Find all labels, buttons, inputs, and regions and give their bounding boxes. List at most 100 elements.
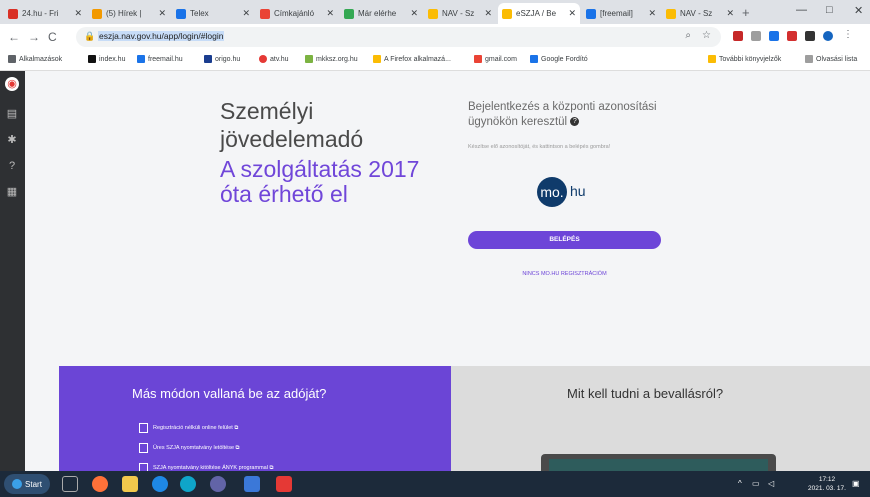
viber-icon[interactable] <box>210 476 226 492</box>
extension-icon[interactable] <box>769 31 779 41</box>
bookmark-atv[interactable]: atv.hu <box>259 55 289 63</box>
system-clock[interactable]: 17:12 2021. 03. 17. <box>808 475 846 493</box>
notifications-icon[interactable]: ▣ <box>852 479 860 488</box>
profile-avatar[interactable] <box>823 31 833 41</box>
tab-eszja[interactable]: eSZJA / Be ✕ <box>498 3 580 24</box>
other-ways-link-empty-form[interactable]: Üres SZJA nyomtatvány letöltése ⧉ <box>139 443 239 453</box>
puzzle-icon[interactable] <box>805 31 815 41</box>
tab-nav-szja[interactable]: NAV - Sz ✕ <box>424 3 496 24</box>
close-icon[interactable]: ✕ <box>156 8 166 19</box>
bookmark-label: atv.hu <box>270 55 289 63</box>
tab-24hu[interactable]: 24.hu - Fri ✕ <box>4 3 86 24</box>
firefox-icon[interactable] <box>92 476 108 492</box>
accessibility-icon[interactable]: ✱ <box>5 133 19 147</box>
bookmark-label: Olvasási lista <box>816 55 858 63</box>
tab-telex[interactable]: Telex ✕ <box>172 3 254 24</box>
address-bar[interactable]: 🔒 eszja.nav.gov.hu/app/login/#login ⌕ ☆ <box>76 27 721 47</box>
register-link[interactable]: NINCS MO.HU REGISZTRÁCIÓM <box>468 271 661 277</box>
nav-logo-icon[interactable]: ◉ <box>5 77 19 91</box>
lock-icon[interactable]: 🔒 <box>84 31 95 42</box>
document-icon[interactable]: ▤ <box>5 107 19 121</box>
start-button[interactable]: Start <box>4 474 50 494</box>
skype-icon[interactable] <box>152 476 168 492</box>
zoom-icon[interactable]: ⌕ <box>685 30 691 41</box>
file-explorer-icon[interactable] <box>122 476 138 492</box>
folder-icon <box>373 55 381 63</box>
tab-nav-szja-2[interactable]: NAV - Sz ✕ <box>662 3 738 24</box>
url-text[interactable]: eszja.nav.gov.hu/app/login/#login <box>98 31 225 41</box>
close-icon[interactable]: ✕ <box>240 8 250 19</box>
minimize-button[interactable]: — <box>796 4 807 16</box>
bookmark-mkksz[interactable]: mkksz.org.hu <box>305 55 358 63</box>
bookmark-gmail[interactable]: gmail.com <box>474 55 517 63</box>
tab-favicon <box>176 8 186 19</box>
back-button[interactable]: ← <box>8 30 20 44</box>
start-orb-icon <box>12 479 23 489</box>
close-icon[interactable]: ✕ <box>72 8 82 19</box>
bookmark-label: index.hu <box>99 55 126 63</box>
freemail-icon <box>137 55 145 63</box>
bookmark-google-translate[interactable]: Google Fordító <box>530 55 588 63</box>
close-window-button[interactable]: ✕ <box>854 4 863 17</box>
calculator-icon[interactable]: ▦ <box>5 185 19 199</box>
extension-icon[interactable] <box>787 31 797 41</box>
login-title-text: Bejelentkezés a központi azonosítási ügy… <box>468 101 657 128</box>
help-icon[interactable]: ? <box>5 159 19 173</box>
bookmark-origo[interactable]: origo.hu <box>204 55 240 63</box>
hero-title-line2: jövedelemadó <box>220 126 364 152</box>
other-ways-title: Más módon vallaná be az adóját? <box>132 386 327 401</box>
other-bookmarks[interactable]: További könyvjelzők <box>708 55 781 63</box>
bookmark-label: Alkalmazások <box>19 55 63 63</box>
network-icon[interactable]: ▭ <box>752 479 760 488</box>
volume-icon[interactable]: ◁ <box>768 479 774 488</box>
task-view-icon[interactable] <box>62 476 78 492</box>
tab-label: Telex <box>190 9 209 18</box>
close-icon[interactable]: ✕ <box>482 8 492 19</box>
tab-favicon <box>344 8 354 19</box>
main-content: Személyi jövedelemadó A szolgáltatás 201… <box>25 71 870 474</box>
tab-label: [freemail] <box>600 9 633 18</box>
help-icon[interactable]: ? <box>570 117 580 127</box>
mohu-logo-text: hu <box>570 183 586 199</box>
windows-taskbar: Start ^ ▭ ◁ 17:12 2021. 03. 17. ▣ <box>0 471 870 497</box>
tab-favicon <box>586 8 596 19</box>
login-title: Bejelentkezés a központi azonosítási ügy… <box>468 100 688 130</box>
close-icon[interactable]: ✕ <box>646 8 656 19</box>
bookmark-firefox[interactable]: A Firefox alkalmazá... <box>373 55 451 63</box>
apps-icon <box>8 55 16 63</box>
login-description: Készítse elő azonosítóját, és kattintson… <box>468 144 611 150</box>
extension-icon[interactable] <box>733 31 743 41</box>
hero-subtitle-line1: A szolgáltatás 2017 <box>220 156 420 182</box>
pdf-reader-icon[interactable] <box>276 476 292 492</box>
reload-button[interactable]: C <box>48 30 57 44</box>
reading-list[interactable]: Olvasási lista <box>805 55 857 63</box>
maximize-button[interactable]: □ <box>826 4 833 16</box>
browser-tab-bar: 24.hu - Fri ✕ (5) Hírek | ✕ Telex ✕ Címkajá… <box>0 0 870 24</box>
info-title: Mit kell tudni a bevallásról? <box>567 386 724 401</box>
tab-favicon <box>502 8 512 19</box>
tab-mar-elerheto[interactable]: Már elérhe ✕ <box>340 3 422 24</box>
menu-icon[interactable]: ⋮ <box>843 29 853 40</box>
close-icon[interactable]: ✕ <box>724 8 734 19</box>
other-ways-link-online[interactable]: Regisztráció nélküli online felület ⧉ <box>139 423 238 433</box>
other-ways-panel: Más módon vallaná be az adóját? Regisztr… <box>59 366 451 474</box>
bookmark-freemail[interactable]: freemail.hu <box>137 55 183 63</box>
bookmark-apps[interactable]: Alkalmazások <box>8 55 62 63</box>
bookmark-index[interactable]: index.hu <box>88 55 125 63</box>
new-tab-button[interactable]: + <box>742 5 750 20</box>
login-button[interactable]: BELÉPÉS <box>468 231 661 249</box>
tab-hirek[interactable]: (5) Hírek | ✕ <box>88 3 170 24</box>
star-icon[interactable]: ☆ <box>702 30 711 41</box>
close-icon[interactable]: ✕ <box>566 8 576 19</box>
app-icon[interactable] <box>244 476 260 492</box>
atv-icon <box>259 55 267 63</box>
close-icon[interactable]: ✕ <box>324 8 334 19</box>
tab-label: Címkajánló <box>274 9 315 18</box>
tray-chevron-icon[interactable]: ^ <box>738 479 742 488</box>
extension-icon[interactable] <box>751 31 761 41</box>
close-icon[interactable]: ✕ <box>408 8 418 19</box>
tab-cimkajanlo[interactable]: Címkajánló ✕ <box>256 3 338 24</box>
forward-button[interactable]: → <box>28 30 40 44</box>
tab-freemail[interactable]: [freemail] ✕ <box>582 3 660 24</box>
edge-icon[interactable] <box>180 476 196 492</box>
